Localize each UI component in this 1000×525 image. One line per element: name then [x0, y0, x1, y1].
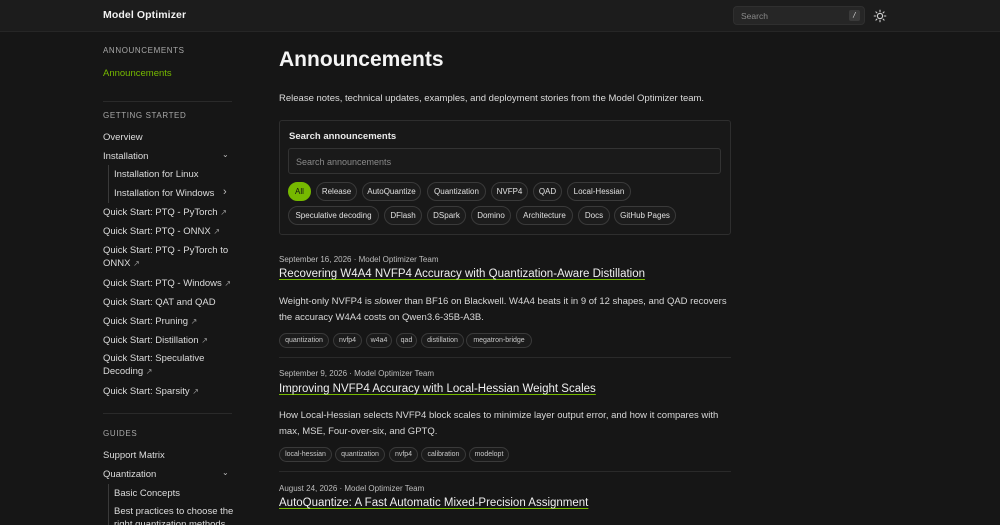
page-lead: Release notes, technical updates, exampl…: [279, 93, 705, 104]
filter-chip-release[interactable]: Release: [316, 182, 357, 201]
sidebar-item-label: Quick Start: PTQ - ONNX: [103, 226, 211, 237]
chevron-down-icon[interactable]: ⌄: [222, 151, 230, 159]
external-link-icon: ↗: [224, 279, 232, 288]
sidebar-item-ptq-pytorch[interactable]: Quick Start: PTQ - PyTorch ↗: [103, 206, 238, 219]
external-link-icon: ↗: [192, 387, 199, 396]
sidebar-item-basic-concepts[interactable]: Basic Concepts: [114, 487, 234, 500]
filter-chip-autoquantize[interactable]: AutoQuantize: [362, 182, 421, 201]
post-tag[interactable]: w4a4: [366, 333, 392, 348]
post-summary-emphasis: slower: [374, 296, 402, 307]
sidebar-item-announcements[interactable]: Announcements: [103, 67, 238, 80]
post-divider: [279, 471, 731, 472]
filter-chip-all[interactable]: All: [288, 182, 311, 201]
sidebar-item-distillation[interactable]: Quick Start: Distillation ↗: [103, 334, 238, 347]
filter-chip-dspark[interactable]: DSpark: [427, 206, 466, 225]
external-link-icon: ↗: [190, 317, 198, 326]
page-title: Announcements: [279, 48, 444, 71]
sidebar-subtree-line: [108, 484, 109, 525]
chevron-right-icon[interactable]: ›: [223, 187, 231, 198]
sidebar-item-ptq-onnx[interactable]: Quick Start: PTQ - ONNX ↗: [103, 225, 238, 238]
post-meta: August 24, 2026 · Model Optimizer Team: [279, 484, 425, 493]
theme-toggle-icon[interactable]: [873, 9, 887, 23]
sidebar-item-label: Quick Start: Sparsity: [103, 386, 190, 397]
sidebar-item-qat-qad[interactable]: Quick Start: QAT and QAD: [103, 296, 238, 309]
post-meta: September 16, 2026 · Model Optimizer Tea…: [279, 255, 439, 264]
filter-chip-github-pages[interactable]: GitHub Pages: [614, 206, 676, 225]
sidebar-item-label: Quick Start: PTQ - Windows: [103, 278, 222, 289]
sidebar-item-pruning[interactable]: Quick Start: Pruning ↗: [103, 315, 238, 328]
post-summary: How Local-Hessian selects NVFP4 block sc…: [279, 410, 719, 437]
post-title-link[interactable]: Improving NVFP4 Accuracy with Local-Hess…: [279, 383, 596, 395]
sidebar-item-overview[interactable]: Overview: [103, 131, 238, 144]
sidebar-item-label: Quick Start: PTQ - PyTorch to ONNX: [103, 245, 229, 269]
post-tag[interactable]: qad: [396, 333, 417, 348]
search-shortcut-key: /: [849, 10, 860, 21]
filter-chip-qad[interactable]: QAD: [533, 182, 562, 201]
sidebar-item-speculative-decoding[interactable]: Quick Start: Speculative Decoding ↗: [103, 352, 223, 378]
sidebar-item-label: Quick Start: PTQ - PyTorch: [103, 207, 218, 218]
sidebar-item-label: Quick Start: Speculative Decoding: [103, 353, 205, 377]
sidebar-item-installation[interactable]: Installation: [103, 150, 238, 163]
filter-chip-nvfp4[interactable]: NVFP4: [491, 182, 528, 201]
sidebar-item-support-matrix[interactable]: Support Matrix: [103, 449, 238, 462]
post-divider: [279, 357, 731, 358]
filter-chip-domino[interactable]: Domino: [471, 206, 511, 225]
filter-panel-title: Search announcements: [289, 131, 397, 142]
post-tag[interactable]: nvfp4: [389, 447, 418, 462]
filter-chip-architecture[interactable]: Architecture: [516, 206, 573, 225]
post-tag[interactable]: megatron-bridge: [466, 333, 532, 348]
filter-chip-dflash[interactable]: DFlash: [384, 206, 422, 225]
sidebar-section-announcements: ANNOUNCEMENTS: [103, 46, 185, 55]
filter-chip-local-hessian[interactable]: Local-Hessian: [567, 182, 631, 201]
external-link-icon: ↗: [145, 367, 153, 376]
sidebar-item-ptq-pytorch-onnx[interactable]: Quick Start: PTQ - PyTorch to ONNX ↗: [103, 244, 238, 270]
brand-title[interactable]: Model Optimizer: [103, 9, 186, 21]
external-link-icon: ↗: [213, 227, 221, 236]
sidebar-item-quantization[interactable]: Quantization: [103, 468, 238, 481]
sidebar-item-installation-linux[interactable]: Installation for Linux: [114, 168, 234, 181]
sidebar-divider: [103, 101, 232, 102]
sidebar-divider: [103, 413, 232, 414]
filter-chip-speculative-decoding[interactable]: Speculative decoding: [288, 206, 379, 225]
post-meta: September 9, 2026 · Model Optimizer Team: [279, 369, 435, 378]
sidebar-item-label: Quick Start: Pruning: [103, 316, 189, 327]
sidebar-subtree-line: [108, 165, 109, 203]
post-summary-text: Weight-only NVFP4 is: [279, 296, 375, 307]
post-tag[interactable]: quantization: [279, 333, 329, 348]
post-summary: Weight-only NVFP4 is slower than BF16 on…: [279, 294, 731, 326]
post-tag[interactable]: quantization: [335, 447, 385, 462]
sidebar-item-sparsity[interactable]: Quick Start: Sparsity ↗: [103, 385, 238, 398]
sidebar-section-getting-started: GETTING STARTED: [103, 111, 187, 120]
post-tag[interactable]: distillation: [421, 333, 464, 348]
chevron-down-icon[interactable]: ⌄: [222, 469, 230, 477]
external-link-icon: ↗: [133, 259, 140, 268]
search-input[interactable]: Search /: [733, 6, 865, 25]
external-link-icon: ↗: [220, 208, 227, 217]
filter-chip-docs[interactable]: Docs: [578, 206, 610, 225]
sidebar-section-guides: GUIDES: [103, 429, 138, 438]
external-link-icon: ↗: [201, 336, 208, 345]
sidebar-item-label: Quick Start: Distillation: [103, 335, 199, 346]
post-tag[interactable]: modelopt: [469, 447, 509, 462]
sidebar-item-installation-windows[interactable]: Installation for Windows: [114, 187, 234, 200]
search-placeholder: Search: [741, 11, 768, 21]
post-tag[interactable]: calibration: [421, 447, 466, 462]
post-tag[interactable]: local-hessian: [279, 447, 332, 462]
post-title-link[interactable]: AutoQuantize: A Fast Automatic Mixed-Pre…: [279, 497, 588, 509]
filter-chip-quantization[interactable]: Quantization: [427, 182, 486, 201]
sidebar-item-ptq-windows[interactable]: Quick Start: PTQ - Windows ↗: [103, 277, 238, 290]
post-title-link[interactable]: Recovering W4A4 NVFP4 Accuracy with Quan…: [279, 268, 645, 280]
announcement-search-input[interactable]: Search announcements: [288, 148, 721, 174]
sidebar-item-best-practices[interactable]: Best practices to choose the right quant…: [114, 505, 234, 525]
top-bar: Model Optimizer Search /: [0, 0, 1000, 32]
announcement-search-placeholder: Search announcements: [296, 157, 392, 167]
post-tag[interactable]: nvfp4: [333, 333, 362, 348]
